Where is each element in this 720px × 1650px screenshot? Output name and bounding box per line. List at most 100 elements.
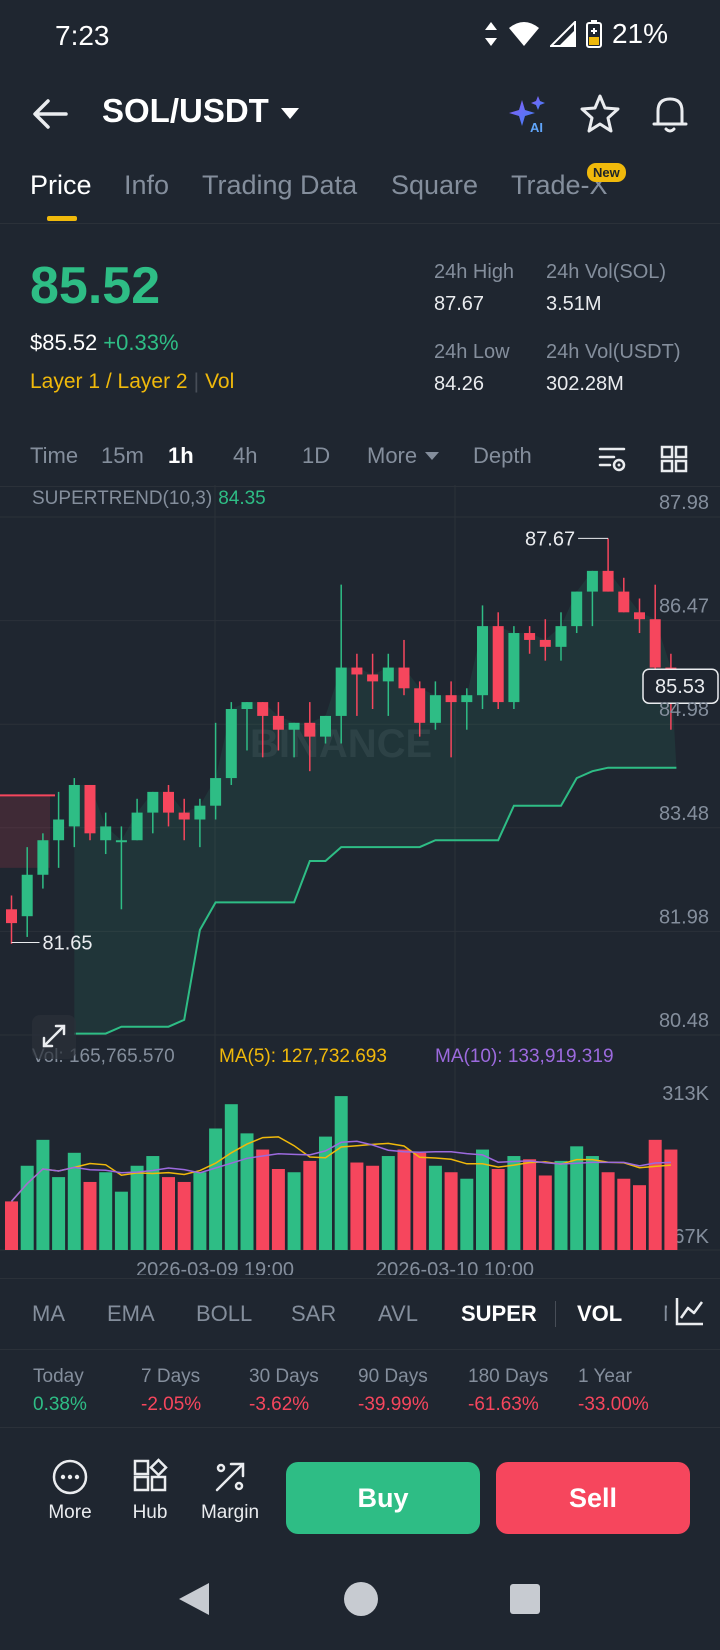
wifi-icon <box>508 22 539 46</box>
indicator-chart-icon[interactable] <box>674 1295 706 1327</box>
interval-time[interactable]: Time <box>30 443 78 469</box>
price-tick: 81.98 <box>659 906 709 928</box>
candle-body <box>508 633 520 703</box>
more-button[interactable]: More <box>35 1458 105 1524</box>
candle-body <box>492 626 504 703</box>
volume-bar <box>460 1178 474 1250</box>
interval-depth[interactable]: Depth <box>473 443 532 469</box>
volume-bar <box>271 1169 285 1250</box>
indicator-vol[interactable]: VOL <box>577 1301 622 1327</box>
perf-value: -33.00% <box>578 1394 649 1415</box>
candle-body <box>351 667 363 675</box>
more-caret-icon <box>425 452 440 460</box>
candle-body <box>178 812 190 820</box>
candle-body <box>539 639 551 647</box>
current-price-label: 85.53 <box>655 676 705 698</box>
margin-label: Margin <box>200 1502 260 1523</box>
perf-7d: 7 Days -2.05% <box>141 1366 201 1416</box>
buy-button[interactable]: Buy <box>286 1462 480 1534</box>
perf-label: 7 Days <box>141 1366 201 1387</box>
volume-bar <box>664 1149 678 1250</box>
category-tags: Layer 1 / Layer 2 | Vol <box>30 370 234 394</box>
candle-body <box>84 784 96 834</box>
tab-square[interactable]: Square <box>391 170 478 201</box>
supertrend-label: SUPERTREND(10,3) 84.35 <box>32 488 266 509</box>
chart-area[interactable]: SUPERTREND(10,3) 84.35 BINANCE 87.67 81.65… <box>0 485 720 1281</box>
volume-bar <box>52 1177 66 1250</box>
volume-bar <box>570 1146 584 1250</box>
volume-bar <box>413 1152 427 1250</box>
high-marker-label: 87.67 <box>525 528 575 550</box>
price-tick: 83.48 <box>659 803 709 825</box>
chart-settings-icon[interactable] <box>596 443 628 475</box>
ai-sparkle-icon[interactable]: AI <box>506 92 550 136</box>
volume-bar <box>256 1149 270 1250</box>
nav-recents-icon[interactable] <box>508 1582 542 1616</box>
ma10-label: MA(10): 133,919.319 <box>435 1046 614 1067</box>
data-arrows-icon <box>484 22 497 46</box>
price-chart-svg[interactable]: SUPERTREND(10,3) 84.35 BINANCE 87.6781.65… <box>0 485 720 1281</box>
interval-1d[interactable]: 1D <box>302 443 330 469</box>
price-tick: 87.98 <box>659 492 709 514</box>
candle-body <box>445 695 457 703</box>
volume-bar <box>193 1172 207 1250</box>
candle-body <box>6 909 17 924</box>
bell-icon[interactable] <box>648 92 692 136</box>
candle-body <box>461 695 473 703</box>
margin-button[interactable]: Margin <box>195 1458 265 1524</box>
candle-body <box>68 784 80 827</box>
indicator-avl[interactable]: AVL <box>378 1301 418 1327</box>
vol-usdt-label: 24h Vol(USDT) <box>546 341 681 363</box>
indicator-more[interactable]: M <box>663 1301 667 1327</box>
back-arrow-icon[interactable] <box>30 94 70 134</box>
candle-body <box>100 826 112 841</box>
interval-4h[interactable]: 4h <box>233 443 257 469</box>
tag-vol[interactable]: Vol <box>205 370 234 393</box>
candle-body <box>194 805 206 820</box>
more-label: More <box>48 1502 92 1523</box>
volume-bar <box>177 1181 191 1250</box>
tab-bar: Price Info Trading Data Square Trade-X N… <box>0 160 720 224</box>
indicator-super[interactable]: SUPER <box>461 1301 537 1327</box>
perf-value: -2.05% <box>141 1394 202 1415</box>
candle-body <box>634 612 645 620</box>
tab-price[interactable]: Price <box>30 170 92 201</box>
perf-30d: 30 Days -3.62% <box>249 1366 319 1416</box>
low-label: 24h Low <box>434 341 510 363</box>
volume-bar <box>538 1175 552 1250</box>
candle-body <box>429 695 441 723</box>
interval-15m[interactable]: 15m <box>101 443 144 469</box>
volume-bar <box>130 1165 144 1250</box>
vol-usdt-value: 302.28M <box>546 373 624 395</box>
indicator-ma[interactable]: MA <box>32 1301 65 1327</box>
volume-tick: 313K <box>662 1083 709 1105</box>
candle-body <box>53 819 65 841</box>
interval-1h[interactable]: 1h <box>168 443 194 469</box>
volume-bar <box>397 1149 411 1250</box>
nav-home-icon[interactable] <box>342 1580 380 1618</box>
indicator-boll[interactable]: BOLL <box>196 1301 252 1327</box>
tag-layer[interactable]: Layer 1 / Layer 2 <box>30 370 188 393</box>
volume-bar <box>381 1156 395 1250</box>
candle-body <box>257 702 269 716</box>
volume-bar <box>209 1128 223 1250</box>
grid-layout-icon[interactable] <box>658 443 690 475</box>
price-tick: 86.47 <box>659 596 709 618</box>
candle-body <box>367 674 379 682</box>
tab-trading-data[interactable]: Trading Data <box>202 170 357 201</box>
tab-info[interactable]: Info <box>124 170 169 201</box>
pair-selector[interactable]: SOL/USDT <box>102 92 299 130</box>
star-icon[interactable] <box>578 92 622 136</box>
interval-more[interactable]: More <box>367 443 440 469</box>
price-change: +0.33% <box>103 330 179 355</box>
indicator-sar[interactable]: SAR <box>291 1301 336 1327</box>
high-value: 87.67 <box>434 293 485 315</box>
usd-price: $85.52 <box>30 330 98 355</box>
candle-body <box>288 722 300 730</box>
indicator-ema[interactable]: EMA <box>107 1301 155 1327</box>
sell-button[interactable]: Sell <box>496 1462 690 1534</box>
candle-body <box>225 709 237 779</box>
nav-back-icon[interactable] <box>176 1580 212 1618</box>
hub-button[interactable]: Hub <box>115 1458 185 1524</box>
volume-bar <box>507 1156 521 1250</box>
